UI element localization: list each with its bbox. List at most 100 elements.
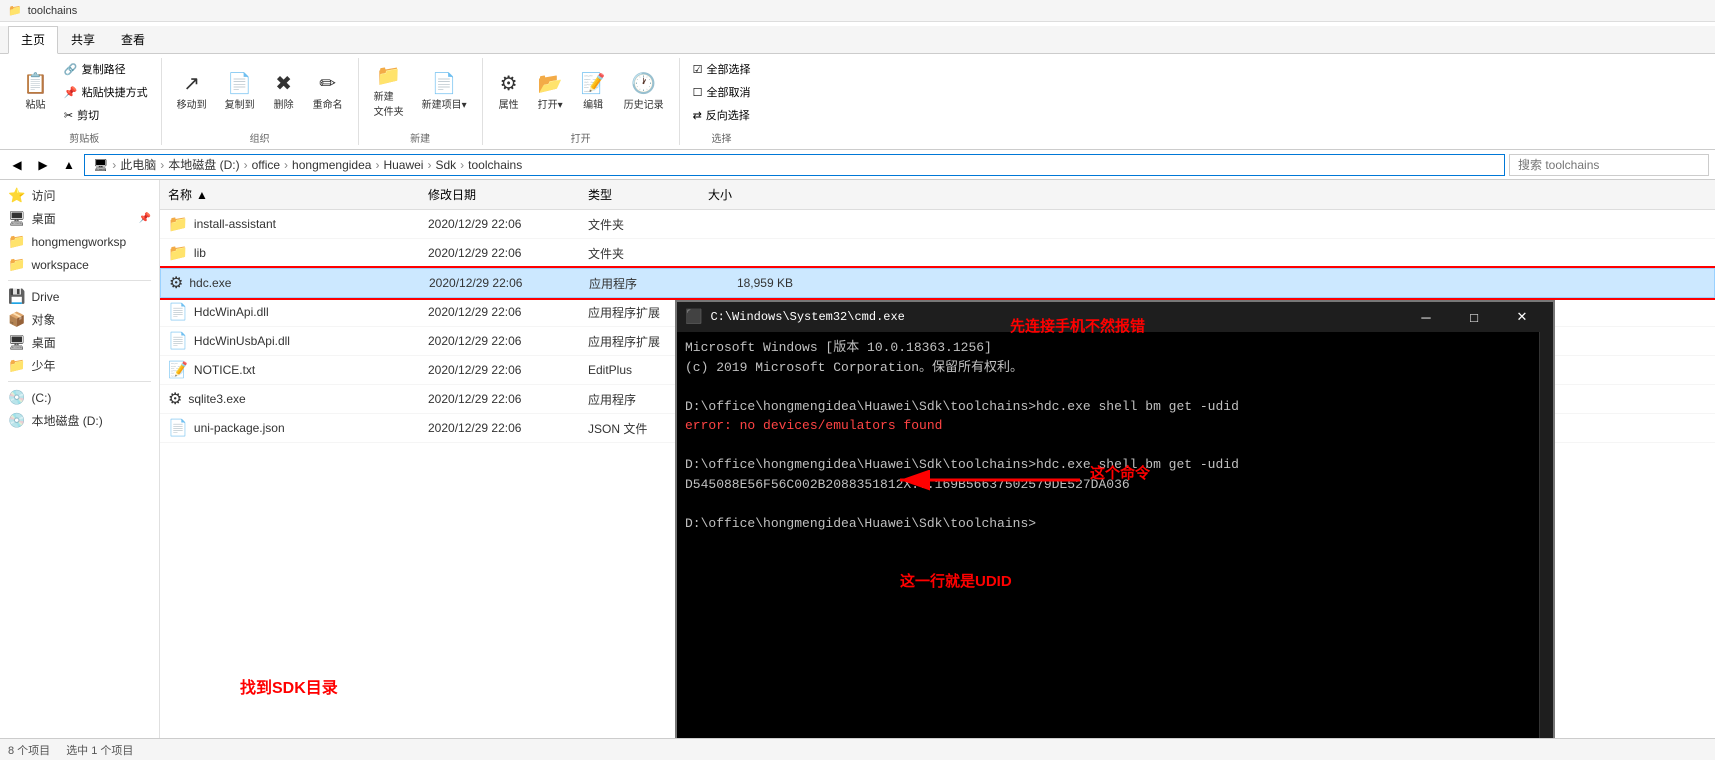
cmd-window: ⬛ C:\Windows\System32\cmd.exe ─ □ ✕ Micr… xyxy=(675,300,1555,738)
cmd-title-bar[interactable]: ⬛ C:\Windows\System32\cmd.exe ─ □ ✕ xyxy=(677,302,1553,332)
sidebar-item-objects[interactable]: 📦 对象 xyxy=(0,308,159,331)
cmd-scrollbar[interactable] xyxy=(1539,332,1553,738)
file-size xyxy=(700,223,800,225)
delete-icon: ✖ xyxy=(275,74,292,94)
sidebar-item-c[interactable]: 💿 (C:) xyxy=(0,386,159,409)
file-name: HdcWinApi.dll xyxy=(194,305,269,319)
cmd-minimize-button[interactable]: ─ xyxy=(1403,302,1449,332)
edit-button[interactable]: 📝 编辑 xyxy=(574,69,613,116)
file-date: 2020/12/29 22:06 xyxy=(420,216,580,232)
cmd-content[interactable]: Microsoft Windows [版本 10.0.18363.1256](c… xyxy=(677,332,1539,738)
cmd-line xyxy=(685,494,1531,514)
delete-label: 删除 xyxy=(274,96,294,111)
sidebar-item-drive[interactable]: 💾 Drive xyxy=(0,285,159,308)
new-folder-icon: 📁 xyxy=(376,66,401,86)
cmd-line: Microsoft Windows [版本 10.0.18363.1256] xyxy=(685,338,1531,358)
path-part-sdk[interactable]: Sdk xyxy=(435,158,456,172)
sidebar-item-d[interactable]: 💿 本地磁盘 (D:) xyxy=(0,409,159,432)
copy-path-button[interactable]: 🔗 复制路径 xyxy=(59,58,153,80)
cut-button[interactable]: ✂ 剪切 xyxy=(59,104,153,126)
new-item-icon: 📄 xyxy=(432,74,457,94)
sdk-label: 找到SDK目录 xyxy=(240,674,338,698)
new-item-button[interactable]: 📄 新建项目▾ xyxy=(415,69,474,116)
select-all-button[interactable]: ☑ 全部选择 xyxy=(688,58,756,80)
properties-button[interactable]: ⚙ 属性 xyxy=(491,69,527,116)
new-group-label: 新建 xyxy=(410,126,430,145)
sidebar-label-drive: Drive xyxy=(31,290,59,304)
file-icon: ⚙ xyxy=(168,389,182,409)
history-button[interactable]: 🕐 历史记录 xyxy=(617,69,671,116)
search-input[interactable] xyxy=(1509,154,1709,176)
table-row[interactable]: 📁 lib 2020/12/29 22:06 文件夹 xyxy=(160,239,1715,268)
sidebar-item-workspace[interactable]: 📁 workspace xyxy=(0,253,159,276)
tab-share[interactable]: 共享 xyxy=(58,26,108,53)
rename-button[interactable]: ✏ 重命名 xyxy=(306,69,350,116)
ribbon-content: 📋 粘贴 🔗 复制路径 📌 粘贴快捷方式 ✂ 剪切 xyxy=(0,54,1715,149)
delete-button[interactable]: ✖ 删除 xyxy=(266,69,302,116)
sidebar-label-hongmeng: hongmengworksp xyxy=(31,235,126,249)
paste-label: 粘贴 xyxy=(25,96,45,111)
cmd-line: D545088E56F56C002B2088351812X...169B5663… xyxy=(685,475,1531,495)
cmd-window-controls: ─ □ ✕ xyxy=(1403,302,1545,332)
path-part-office[interactable]: office xyxy=(252,158,280,172)
deselect-button[interactable]: ☐ 全部取消 xyxy=(688,81,756,103)
col-header-size[interactable]: 大小 xyxy=(700,184,800,205)
file-icon: 📄 xyxy=(168,418,188,438)
file-icon: 📝 xyxy=(168,360,188,380)
sidebar-item-access[interactable]: ⭐ 访问 xyxy=(0,184,159,207)
path-icon: 🖥 xyxy=(93,158,108,172)
sidebar-item-hongmeng[interactable]: 📁 hongmengworksp xyxy=(0,230,159,253)
title-bar: 📁 toolchains xyxy=(0,0,1715,22)
col-header-name[interactable]: 名称 ▲ xyxy=(160,184,420,205)
invert-button[interactable]: ⇄ 反向选择 xyxy=(688,104,756,126)
sidebar-item-desktop2[interactable]: 🖥 桌面 xyxy=(0,331,159,354)
drive-c-icon: 💿 xyxy=(8,389,25,406)
table-row[interactable]: 📁 install-assistant 2020/12/29 22:06 文件夹 xyxy=(160,210,1715,239)
cmd-line: error: no devices/emulators found xyxy=(685,416,1531,436)
file-type: 文件夹 xyxy=(580,215,700,234)
open-button[interactable]: 📂 打开▾ xyxy=(531,69,570,116)
path-part-pc[interactable]: 此电脑 xyxy=(120,156,156,173)
paste-button[interactable]: 📋 粘贴 xyxy=(16,69,55,116)
sidebar-item-desktop[interactable]: 🖥 桌面 📌 xyxy=(0,207,159,230)
path-part-toolchains[interactable]: toolchains xyxy=(468,158,522,172)
folder-icon-2: 📁 xyxy=(8,256,25,273)
folder-icon-1: 📁 xyxy=(8,233,25,250)
tab-view[interactable]: 查看 xyxy=(108,26,158,53)
path-part-huawei[interactable]: Huawei xyxy=(383,158,423,172)
new-folder-label: 新建文件夹 xyxy=(374,88,404,118)
cmd-close-button[interactable]: ✕ xyxy=(1499,302,1545,332)
copy-to-button[interactable]: 📄 复制到 xyxy=(218,69,262,116)
path-part-hongmeng[interactable]: hongmengidea xyxy=(292,158,371,172)
path-part-drive[interactable]: 本地磁盘 (D:) xyxy=(168,156,239,173)
new-folder-button[interactable]: 📁 新建文件夹 xyxy=(367,61,411,123)
title-icon: 📁 xyxy=(8,4,22,17)
up-button[interactable]: ▲ xyxy=(58,154,80,176)
sidebar-label-desktop2: 桌面 xyxy=(32,334,56,351)
file-list-header: 名称 ▲ 修改日期 类型 大小 xyxy=(160,180,1715,210)
edit-icon: 📝 xyxy=(581,74,606,94)
sidebar-item-youth[interactable]: 📁 少年 xyxy=(0,354,159,377)
drive-icon: 💾 xyxy=(8,288,25,305)
col-header-date[interactable]: 修改日期 xyxy=(420,184,580,205)
table-row[interactable]: ⚙ hdc.exe 2020/12/29 22:06 应用程序 18,959 K… xyxy=(160,268,1715,298)
copy-to-label: 复制到 xyxy=(225,96,255,111)
title-text: toolchains xyxy=(28,5,78,17)
col-header-type[interactable]: 类型 xyxy=(580,184,700,205)
cmd-body: Microsoft Windows [版本 10.0.18363.1256](c… xyxy=(677,332,1553,738)
status-bar: 8 个项目 选中 1 个项目 xyxy=(0,738,1715,760)
drive-d-icon: 💿 xyxy=(8,412,25,429)
cmd-icon: ⬛ xyxy=(685,309,702,326)
cmd-maximize-button[interactable]: □ xyxy=(1451,302,1497,332)
paste-shortcut-button[interactable]: 📌 粘贴快捷方式 xyxy=(59,81,153,103)
forward-button[interactable]: ▶ xyxy=(32,154,54,176)
move-to-button[interactable]: ↗ 移动到 xyxy=(170,69,214,116)
tab-home[interactable]: 主页 xyxy=(8,26,58,54)
ribbon-group-open: ⚙ 属性 📂 打开▾ 📝 编辑 🕐 历史记录 打开 xyxy=(483,58,680,145)
sidebar-label-access: 访问 xyxy=(31,187,55,204)
back-button[interactable]: ◀ xyxy=(6,154,28,176)
file-date: 2020/12/29 22:06 xyxy=(420,391,580,407)
paste-shortcut-label: 粘贴快捷方式 xyxy=(82,84,148,100)
file-name: install-assistant xyxy=(194,217,276,231)
address-path[interactable]: 🖥 › 此电脑 › 本地磁盘 (D:) › office › hongmengi… xyxy=(84,154,1505,176)
